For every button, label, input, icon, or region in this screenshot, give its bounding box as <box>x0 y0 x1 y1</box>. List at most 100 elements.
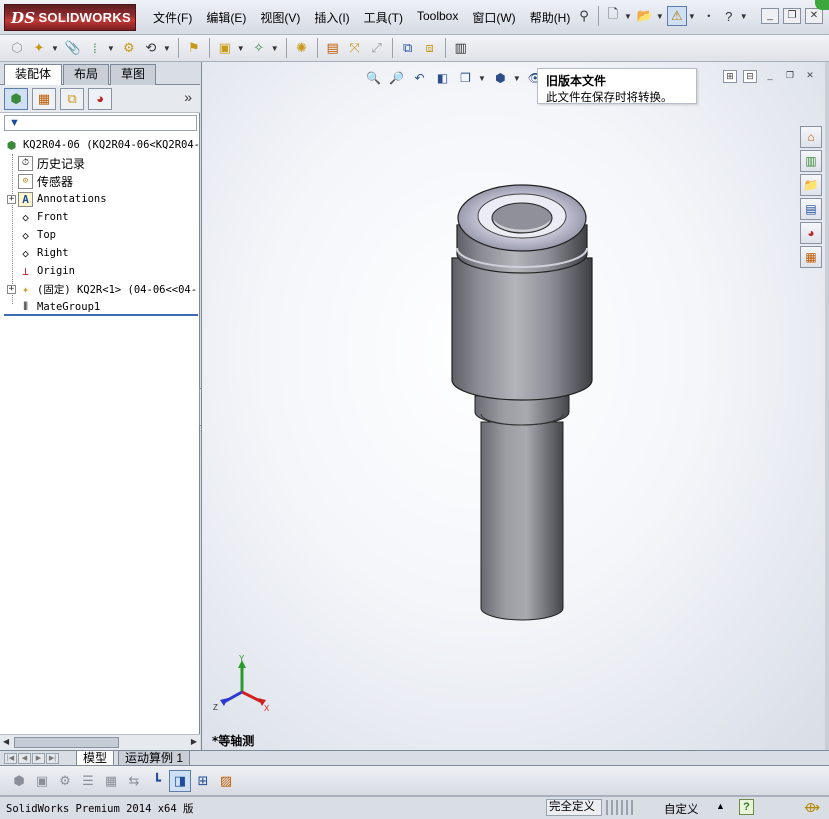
tree-item-origin[interactable]: ⊥ Origin <box>0 262 200 280</box>
tree-item-annotations[interactable]: + A Annotations <box>0 190 200 208</box>
linear-pattern-icon[interactable]: ⁞ <box>84 37 106 59</box>
reference-geometry-icon[interactable]: ✧ <box>248 37 270 59</box>
show-hidden-icon[interactable]: ⚑ <box>183 37 205 59</box>
help-icon[interactable]: ? <box>719 6 739 26</box>
restore-icon[interactable]: ❐ <box>783 70 797 83</box>
tree-item-front-plane[interactable]: ◇ Front <box>0 208 200 226</box>
chevron-down-icon[interactable]: ▼ <box>237 44 245 53</box>
menu-help[interactable]: 帮助(H) <box>523 9 578 26</box>
display-style-icon[interactable]: ⬢ <box>489 68 512 88</box>
exploded-view-icon[interactable]: ⤧ <box>344 37 366 59</box>
graphics-area[interactable]: 🔍 🔎 ↶ ◧ ❒ ▼ ⬢ ▼ 👁 ⊞ ⊟ _ ❐ ✕ 旧版本文件 此文件在保存时将… <box>201 62 825 751</box>
expand-panel-icon[interactable]: » <box>184 89 192 105</box>
prev-tab-icon[interactable]: ◀ <box>18 753 31 764</box>
minimize-icon[interactable]: _ <box>761 8 779 24</box>
units-selector[interactable]: 自定义 <box>664 801 699 817</box>
menu-view[interactable]: 视图(V) <box>253 9 307 26</box>
chevron-down-icon[interactable]: ▼ <box>688 12 696 21</box>
view-orientation-icon[interactable]: ❒ <box>454 68 477 88</box>
solidworks-logo[interactable]: DS SOLIDWORKS <box>4 4 136 31</box>
section-view-icon[interactable]: ◧ <box>431 68 454 88</box>
scroll-left-icon[interactable]: ◀ <box>3 737 9 746</box>
view-palette-icon[interactable]: ▤ <box>800 198 822 220</box>
animation-wizard-icon[interactable]: ⚙ <box>54 770 76 792</box>
solidworks-resources-icon[interactable]: ⌂ <box>800 126 822 148</box>
pin-icon[interactable]: ⚲ <box>574 6 594 26</box>
tab-assembly[interactable]: 装配体 <box>4 64 63 85</box>
tab-model[interactable]: 模型 <box>76 751 115 766</box>
rollback-bar[interactable] <box>4 314 198 316</box>
chevron-down-icon[interactable]: ▼ <box>107 44 115 53</box>
close-icon[interactable]: ✕ <box>805 8 823 24</box>
key-points-icon[interactable]: ⇆ <box>123 770 145 792</box>
file-explorer-icon[interactable]: 📁 <box>800 174 822 196</box>
next-tab-icon[interactable]: ▶ <box>32 753 45 764</box>
chevron-down-icon[interactable]: ▼ <box>656 12 664 21</box>
more-dots-icon[interactable]: • <box>699 6 719 26</box>
new-part-icon[interactable]: ✦ <box>28 37 50 59</box>
chevron-down-icon[interactable]: ▼ <box>513 74 521 83</box>
chevron-up-icon[interactable]: ▲ <box>716 801 725 811</box>
property-manager-icon[interactable]: ▦ <box>32 87 56 110</box>
move-component-icon[interactable]: ⟲ <box>140 37 162 59</box>
tab-motion-study[interactable]: 运动算例 1 <box>118 751 191 766</box>
assembly-features-icon[interactable]: ▣ <box>214 37 236 59</box>
interference-detection-icon[interactable]: ⧉ <box>397 37 419 59</box>
list-icon[interactable]: ☰ <box>77 770 99 792</box>
shaded-view-icon[interactable]: ◨ <box>169 769 191 792</box>
grid-table-icon[interactable]: ⊞ <box>192 770 214 792</box>
expand-icon[interactable]: + <box>7 194 16 204</box>
new-document-icon[interactable]: 🗋 <box>603 6 623 26</box>
split-view-icon[interactable]: ⊞ <box>723 70 737 83</box>
appearance-manager-icon[interactable]: ◕ <box>88 87 112 110</box>
tree-item-component[interactable]: + ✦ (固定) KQ2R<1> (04-06<<04- <box>0 280 200 298</box>
chevron-down-icon[interactable]: ▼ <box>740 12 748 21</box>
tree-item-root-assembly[interactable]: ⬢ KQ2R04-06 (KQ2R04-06<KQ2R04- <box>0 136 200 154</box>
tree-item-sensors[interactable]: ⊙ 传感器 <box>0 172 200 190</box>
menu-tools[interactable]: 工具(T) <box>357 9 410 26</box>
save-animation-icon[interactable]: ▨ <box>215 770 237 792</box>
instant3d-icon[interactable]: ▥ <box>450 37 472 59</box>
results-plot-icon[interactable]: ┗ <box>146 770 168 792</box>
open-folder-icon[interactable]: 📂 <box>635 6 655 26</box>
zoom-area-icon[interactable]: 🔎 <box>385 68 408 88</box>
clearance-verification-icon[interactable]: ⧈ <box>419 37 441 59</box>
chevron-down-icon[interactable]: ▼ <box>478 74 486 83</box>
scrollbar-thumb[interactable] <box>14 737 119 748</box>
tile-view-icon[interactable]: ⊟ <box>743 70 757 83</box>
mate-icon[interactable]: 📎 <box>62 37 84 59</box>
chevron-down-icon[interactable]: ▼ <box>163 44 171 53</box>
expand-icon[interactable]: + <box>7 284 16 294</box>
tree-horizontal-scrollbar[interactable]: ◀ ▶ <box>0 734 200 750</box>
tree-item-right-plane[interactable]: ◇ Right <box>0 244 200 262</box>
chevron-down-icon[interactable]: ▼ <box>51 44 59 53</box>
menu-file[interactable]: 文件(F) <box>146 9 199 26</box>
zoom-to-fit-icon[interactable]: 🔍 <box>362 68 385 88</box>
appearances-icon[interactable]: ◕ <box>800 222 822 244</box>
scroll-right-icon[interactable]: ▶ <box>191 737 197 746</box>
insert-component-icon[interactable]: ⬡ <box>6 37 28 59</box>
help-icon[interactable]: ? <box>739 799 754 815</box>
rebuild-icon[interactable]: ⟴ <box>804 799 820 816</box>
explode-line-sketch-icon[interactable]: ⤢ <box>366 37 388 59</box>
tree-item-top-plane[interactable]: ◇ Top <box>0 226 200 244</box>
smart-fasteners-icon[interactable]: ⚙ <box>118 37 140 59</box>
calculate-icon[interactable]: ⬢ <box>8 770 30 792</box>
tree-filter-input[interactable]: ▼ <box>4 115 197 131</box>
close-icon[interactable]: ✕ <box>803 70 817 83</box>
tab-layout[interactable]: 布局 <box>63 64 110 85</box>
chevron-down-icon[interactable]: ▼ <box>271 44 279 53</box>
menu-window[interactable]: 窗口(W) <box>465 9 522 26</box>
tree-item-history[interactable]: ⏱ 历史记录 <box>0 154 200 172</box>
menu-toolbox[interactable]: Toolbox <box>410 9 465 26</box>
design-library-icon[interactable]: ▥ <box>800 150 822 172</box>
part-model[interactable] <box>202 62 825 751</box>
warning-icon[interactable]: ⚠ <box>666 6 687 26</box>
timeline-icon[interactable]: ▦ <box>100 770 122 792</box>
menu-edit[interactable]: 编辑(E) <box>199 9 253 26</box>
last-tab-icon[interactable]: ▶| <box>46 753 59 764</box>
first-tab-icon[interactable]: |◀ <box>4 753 17 764</box>
chevron-down-icon[interactable]: ▼ <box>624 12 632 21</box>
bill-of-materials-icon[interactable]: ▤ <box>322 37 344 59</box>
custom-properties-icon[interactable]: ▦ <box>800 246 822 268</box>
